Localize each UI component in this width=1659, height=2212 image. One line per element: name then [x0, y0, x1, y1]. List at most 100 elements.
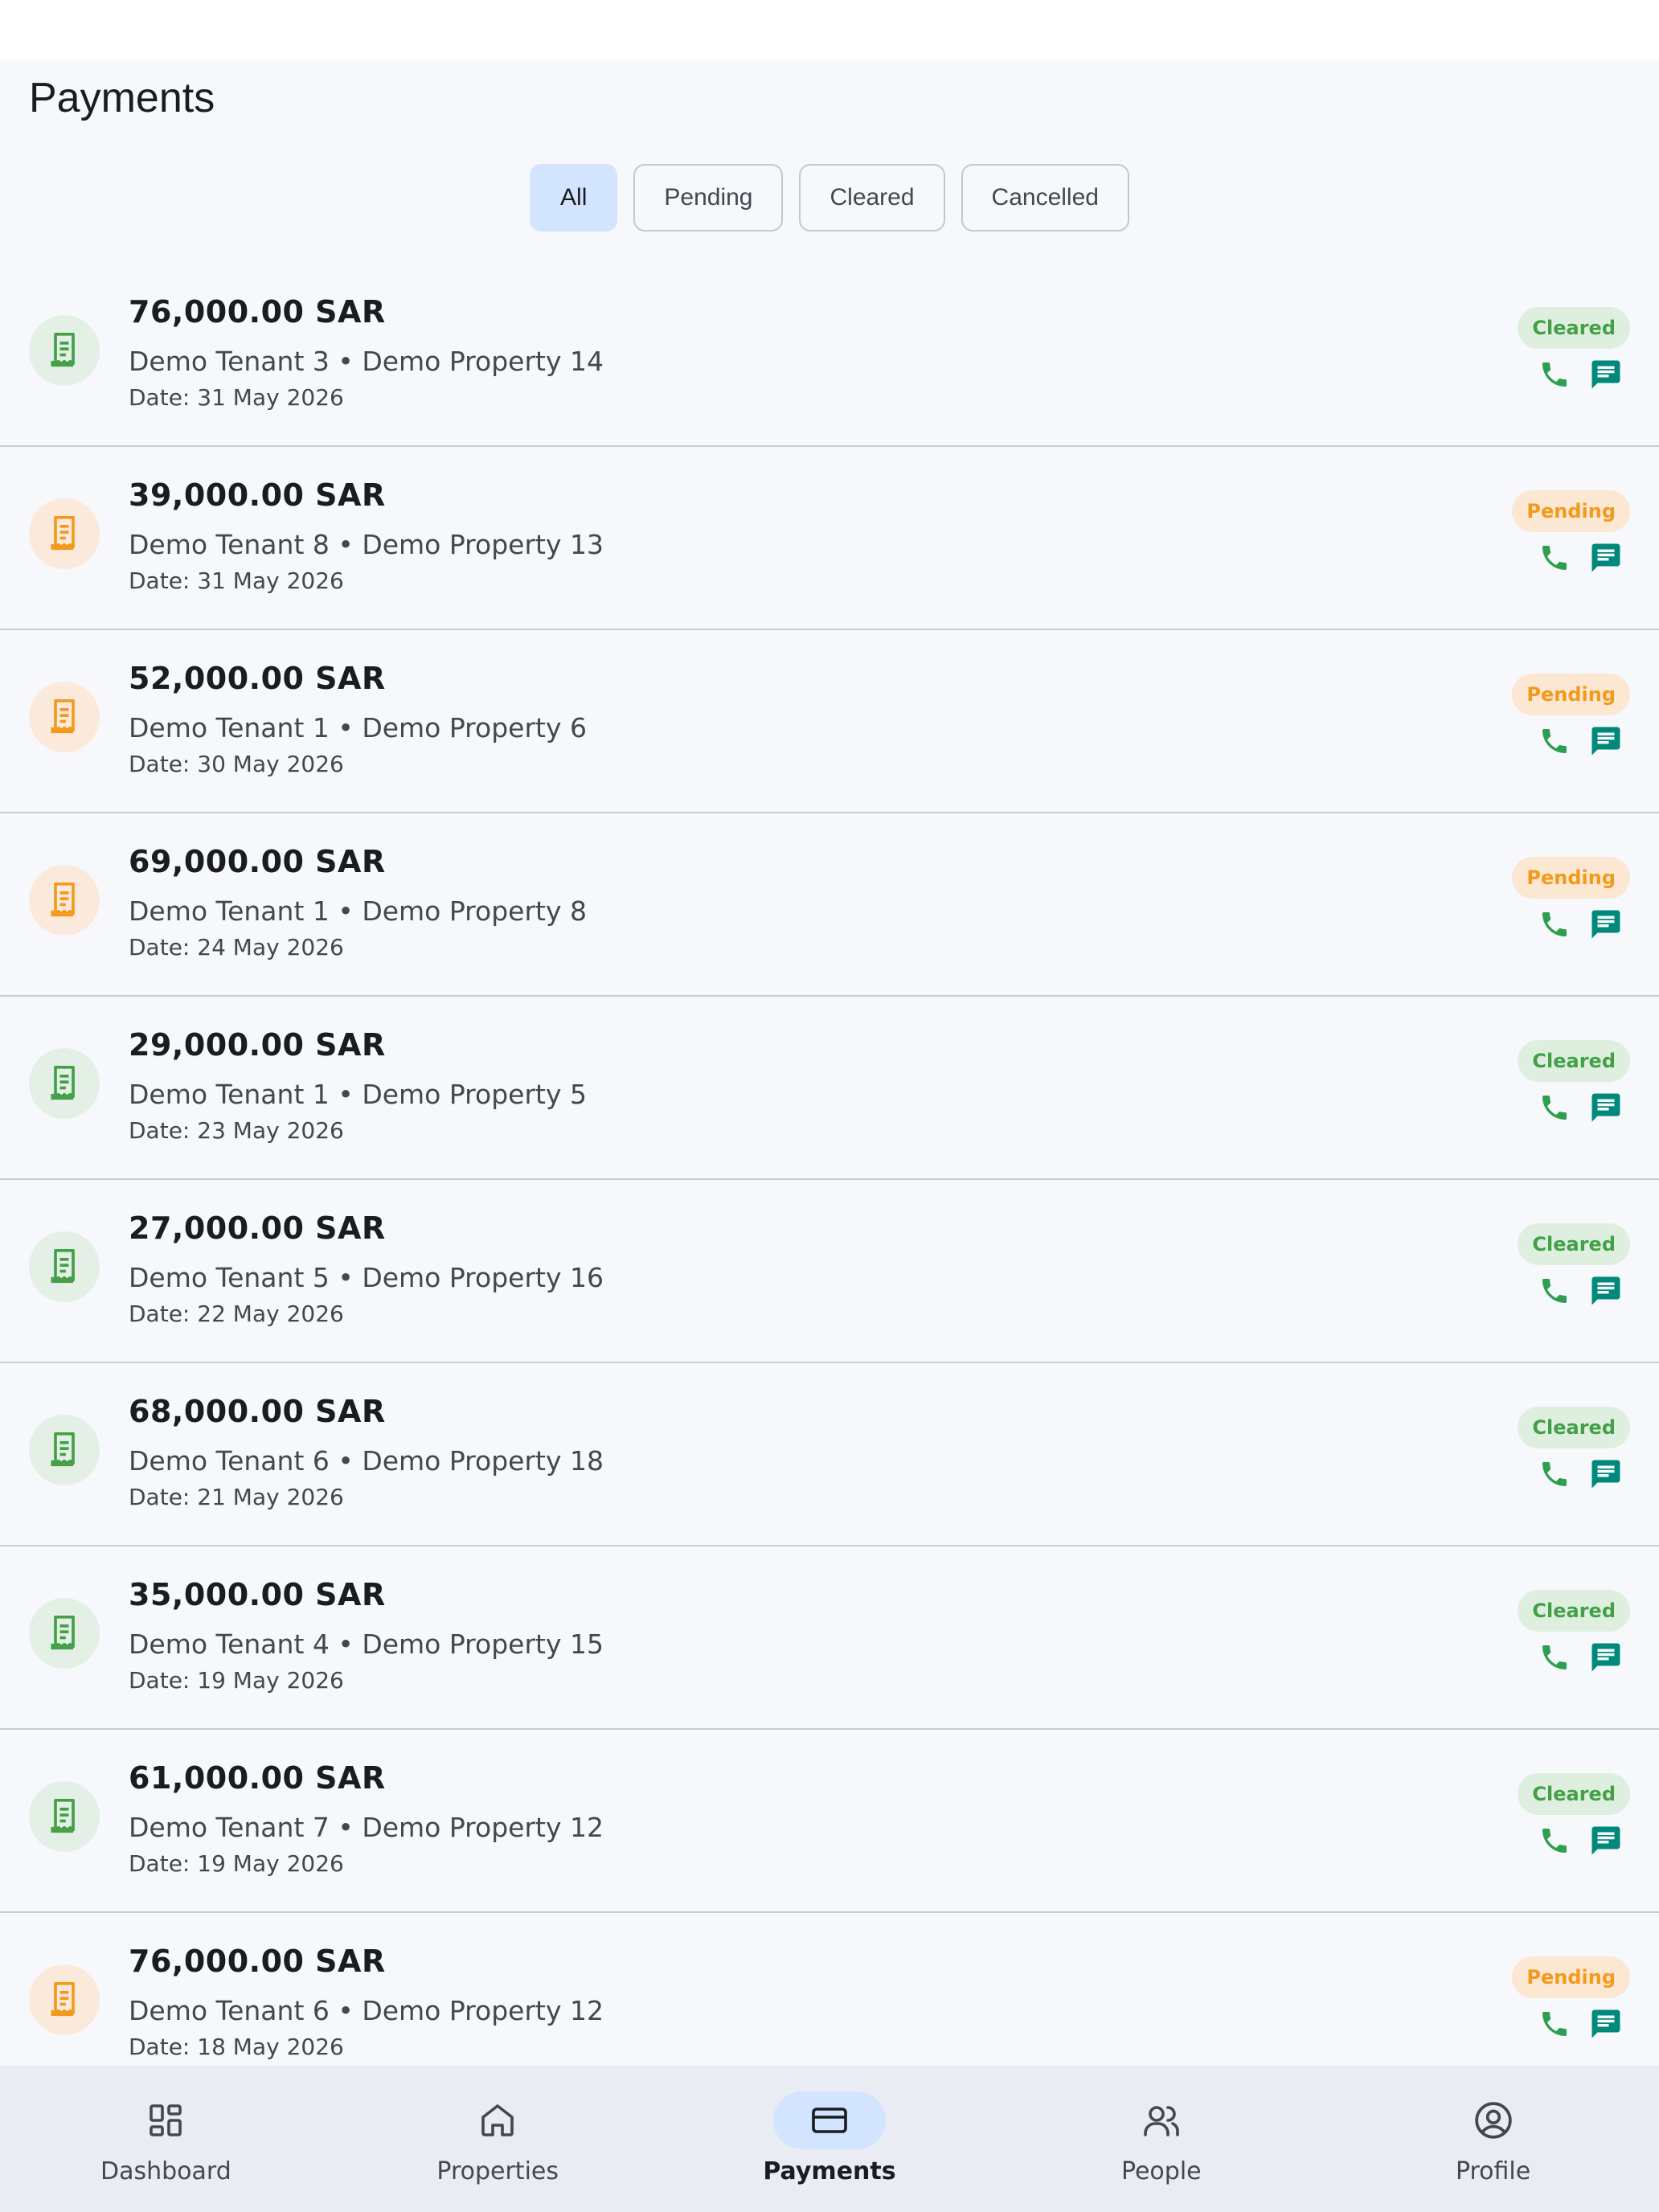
receipt-icon — [29, 1048, 100, 1119]
payment-date: Date: 18 May 2026 — [129, 2034, 344, 2060]
payments-list: 76,000.00 SAR Demo Tenant 3 • Demo Prope… — [0, 264, 1659, 2096]
filter-chip-cancelled[interactable]: Cancelled — [961, 164, 1129, 231]
row-actions — [1537, 357, 1624, 392]
filter-chip-cleared[interactable]: Cleared — [799, 164, 945, 231]
nav-label: People — [1120, 2157, 1202, 2185]
payment-date: Date: 19 May 2026 — [129, 1850, 344, 1877]
message-icon[interactable] — [1588, 1456, 1624, 1492]
filter-chip-all[interactable]: All — [530, 164, 618, 231]
payment-row[interactable]: 52,000.00 SAR Demo Tenant 1 • Demo Prope… — [0, 630, 1659, 813]
status-badge: Cleared — [1518, 1407, 1630, 1448]
receipt-icon — [29, 682, 100, 752]
message-icon[interactable] — [1588, 1090, 1624, 1125]
payment-row[interactable]: 27,000.00 SAR Demo Tenant 5 • Demo Prope… — [0, 1180, 1659, 1363]
status-badge: Pending — [1512, 490, 1630, 532]
payment-amount: 76,000.00 SAR — [129, 1944, 386, 1979]
payment-amount: 29,000.00 SAR — [129, 1027, 386, 1063]
payment-date: Date: 19 May 2026 — [129, 1667, 344, 1694]
phone-icon[interactable] — [1537, 357, 1572, 392]
phone-icon[interactable] — [1537, 540, 1572, 576]
status-badge: Cleared — [1518, 1040, 1630, 1082]
card-icon — [812, 2108, 847, 2133]
payment-tenant-property: Demo Tenant 1 • Demo Property 6 — [129, 712, 587, 743]
payment-tenant-property: Demo Tenant 8 • Demo Property 13 — [129, 529, 604, 560]
row-actions — [1537, 1640, 1624, 1675]
bottom-navigation: Dashboard Properties Payments People Pro… — [0, 2066, 1659, 2212]
message-icon[interactable] — [1588, 1823, 1624, 1858]
page-title: Payments — [29, 75, 215, 121]
home-icon — [481, 2104, 514, 2136]
payment-date: Date: 22 May 2026 — [129, 1301, 344, 1327]
filter-chip-pending[interactable]: Pending — [633, 164, 784, 231]
payment-tenant-property: Demo Tenant 6 • Demo Property 12 — [129, 1995, 604, 2026]
payment-amount: 61,000.00 SAR — [129, 1760, 386, 1796]
receipt-icon — [29, 498, 100, 569]
receipt-icon — [29, 1415, 100, 1485]
payment-tenant-property: Demo Tenant 7 • Demo Property 12 — [129, 1812, 604, 1843]
payment-date: Date: 31 May 2026 — [129, 384, 344, 411]
payment-amount: 27,000.00 SAR — [129, 1210, 386, 1246]
dashboard-icon — [150, 2104, 182, 2136]
payment-row[interactable]: 76,000.00 SAR Demo Tenant 3 • Demo Prope… — [0, 264, 1659, 447]
phone-icon[interactable] — [1537, 907, 1572, 942]
nav-label: Payments — [763, 2157, 896, 2185]
payment-amount: 69,000.00 SAR — [129, 844, 386, 879]
message-icon[interactable] — [1588, 540, 1624, 576]
payment-row[interactable]: 69,000.00 SAR Demo Tenant 1 • Demo Prope… — [0, 813, 1659, 997]
nav-item-dashboard[interactable]: Dashboard — [0, 2066, 332, 2212]
payment-row[interactable]: 35,000.00 SAR Demo Tenant 4 • Demo Prope… — [0, 1546, 1659, 1730]
payment-tenant-property: Demo Tenant 3 • Demo Property 14 — [129, 346, 604, 377]
receipt-icon — [29, 1598, 100, 1669]
status-badge: Cleared — [1518, 1590, 1630, 1632]
phone-icon[interactable] — [1537, 2006, 1572, 2042]
payment-date: Date: 23 May 2026 — [129, 1117, 344, 1144]
message-icon[interactable] — [1588, 1273, 1624, 1309]
payment-row[interactable]: 39,000.00 SAR Demo Tenant 8 • Demo Prope… — [0, 447, 1659, 630]
payment-date: Date: 24 May 2026 — [129, 934, 344, 961]
message-icon[interactable] — [1588, 907, 1624, 942]
filter-chips: All Pending Cleared Cancelled — [0, 164, 1659, 231]
phone-icon[interactable] — [1537, 1823, 1572, 1858]
status-badge: Pending — [1512, 1956, 1630, 1998]
payment-date: Date: 30 May 2026 — [129, 751, 344, 777]
phone-icon[interactable] — [1537, 1273, 1572, 1309]
payment-date: Date: 31 May 2026 — [129, 567, 344, 594]
row-actions — [1537, 1823, 1624, 1858]
row-actions — [1537, 540, 1624, 576]
payment-tenant-property: Demo Tenant 6 • Demo Property 18 — [129, 1445, 604, 1477]
phone-icon[interactable] — [1537, 1456, 1572, 1492]
nav-label: Profile — [1455, 2157, 1531, 2185]
payment-tenant-property: Demo Tenant 1 • Demo Property 8 — [129, 895, 587, 927]
payment-tenant-property: Demo Tenant 4 • Demo Property 15 — [129, 1628, 604, 1660]
status-bar — [0, 0, 1659, 59]
status-badge: Pending — [1512, 674, 1630, 715]
message-icon[interactable] — [1588, 2006, 1624, 2042]
payment-row[interactable]: 68,000.00 SAR Demo Tenant 6 • Demo Prope… — [0, 1363, 1659, 1546]
payment-date: Date: 21 May 2026 — [129, 1484, 344, 1510]
message-icon[interactable] — [1588, 1640, 1624, 1675]
message-icon[interactable] — [1588, 723, 1624, 759]
status-badge: Cleared — [1518, 1773, 1630, 1815]
nav-label: Properties — [436, 2157, 559, 2185]
row-actions — [1537, 723, 1624, 759]
payment-amount: 52,000.00 SAR — [129, 661, 386, 696]
nav-label: Dashboard — [100, 2157, 231, 2185]
row-actions — [1537, 1273, 1624, 1309]
message-icon[interactable] — [1588, 357, 1624, 392]
payment-tenant-property: Demo Tenant 1 • Demo Property 5 — [129, 1079, 587, 1110]
payment-row[interactable]: 29,000.00 SAR Demo Tenant 1 • Demo Prope… — [0, 997, 1659, 1180]
payment-amount: 35,000.00 SAR — [129, 1577, 386, 1612]
phone-icon[interactable] — [1537, 723, 1572, 759]
receipt-icon — [29, 865, 100, 936]
nav-item-payments[interactable]: Payments — [664, 2066, 996, 2212]
nav-item-people[interactable]: People — [995, 2066, 1327, 2212]
payment-amount: 39,000.00 SAR — [129, 477, 386, 513]
nav-item-properties[interactable]: Properties — [332, 2066, 664, 2212]
nav-item-profile[interactable]: Profile — [1327, 2066, 1659, 2212]
phone-icon[interactable] — [1537, 1640, 1572, 1675]
payment-tenant-property: Demo Tenant 5 • Demo Property 16 — [129, 1262, 604, 1293]
phone-icon[interactable] — [1537, 1090, 1572, 1125]
receipt-icon — [29, 1964, 100, 2035]
payment-amount: 68,000.00 SAR — [129, 1394, 386, 1429]
payment-row[interactable]: 61,000.00 SAR Demo Tenant 7 • Demo Prope… — [0, 1730, 1659, 1913]
